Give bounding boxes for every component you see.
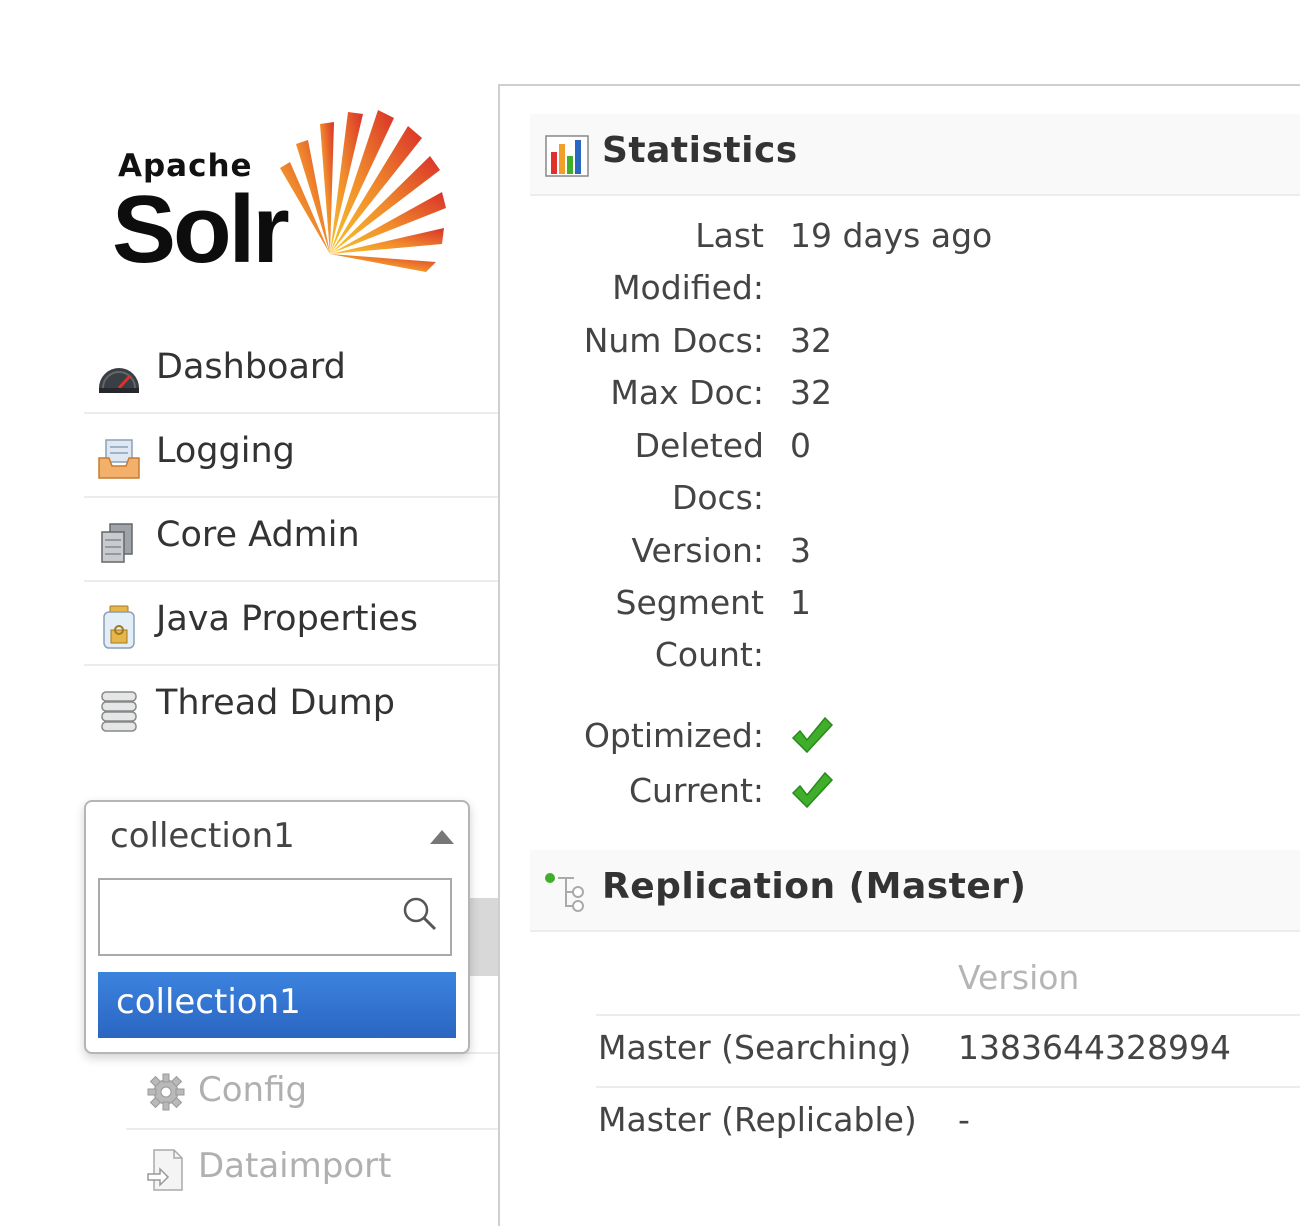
dataimport-icon	[147, 1149, 183, 1191]
nav-item-java-properties[interactable]: Java Properties	[84, 582, 498, 666]
replication-row-version: 1383644328994	[958, 1028, 1231, 1067]
menu-scroll-indicator	[468, 898, 498, 976]
stat-value: 0	[790, 426, 811, 465]
stat-key: Version:	[631, 531, 764, 570]
statistics-title: Statistics	[602, 130, 798, 171]
nav-label-logging: Logging	[156, 431, 295, 471]
core-selector-value: collection1	[110, 816, 295, 856]
replication-column-version: Version	[958, 958, 1080, 997]
stat-value: 3	[790, 531, 811, 570]
core-menu-label-dataimport: Dataimport	[198, 1146, 392, 1186]
main-navigation: Dashboard Logging Core Admin Java Proper…	[84, 330, 498, 748]
core-search-input[interactable]	[106, 888, 400, 946]
core-menu-item-config[interactable]: Config	[126, 1052, 498, 1130]
stat-value: 1	[790, 583, 811, 622]
stat-key: Deleted	[634, 426, 764, 465]
core-menu-item-dataimport[interactable]: Dataimport	[126, 1128, 498, 1206]
stat-key: Max Doc:	[610, 373, 764, 412]
stat-key: Num Docs:	[583, 321, 764, 360]
core-selector-dropdown[interactable]: collection1 collection1	[84, 800, 470, 1054]
nav-label-core-admin: Core Admin	[156, 515, 360, 555]
nav-item-dashboard[interactable]: Dashboard	[84, 330, 498, 414]
core-search-box[interactable]	[98, 878, 452, 956]
chevron-up-icon[interactable]	[430, 830, 454, 844]
nav-label-thread-dump: Thread Dump	[156, 683, 395, 723]
stat-value: 32	[790, 373, 832, 412]
stat-key: Docs:	[671, 478, 764, 517]
stat-value: 32	[790, 321, 832, 360]
logo-solr-text: Solr	[112, 176, 290, 283]
nav-item-logging[interactable]: Logging	[84, 414, 498, 498]
replication-header: Replication (Master)	[530, 850, 1300, 932]
statistics-header: Statistics	[530, 114, 1300, 196]
replication-icon	[545, 873, 584, 912]
logging-inbox-icon	[98, 439, 140, 479]
replication-row-version: -	[958, 1100, 970, 1139]
nav-label-java-properties: Java Properties	[156, 599, 418, 639]
replication-row-label: Master (Searching)	[598, 1028, 912, 1067]
replication-row-master-searching: Master (Searching) 1383644328994	[596, 1014, 1300, 1088]
stat-key: Segment	[615, 583, 765, 622]
replication-row-master-replicable: Master (Replicable) -	[596, 1086, 1300, 1160]
dashboard-gauge-icon	[99, 368, 139, 393]
checkmark-icon	[791, 771, 834, 809]
java-jar-icon	[103, 605, 135, 649]
thread-dump-icon	[101, 691, 137, 732]
replication-row-label: Master (Replicable)	[598, 1100, 917, 1139]
search-icon	[403, 897, 437, 931]
logo-sun-icon	[280, 110, 446, 272]
stat-key: Last	[695, 216, 764, 255]
stat-key: Count:	[654, 635, 764, 674]
stat-key: Optimized:	[583, 716, 764, 755]
bar-chart-icon	[545, 135, 589, 177]
nav-item-thread-dump[interactable]: Thread Dump	[84, 666, 498, 748]
core-menu-label-config: Config	[198, 1070, 308, 1110]
nav-item-core-admin[interactable]: Core Admin	[84, 498, 498, 582]
nav-label-dashboard: Dashboard	[156, 347, 346, 387]
core-admin-stack-icon	[101, 523, 133, 563]
replication-title: Replication (Master)	[602, 866, 1027, 907]
stat-value: 19 days ago	[790, 216, 993, 255]
core-option-collection1[interactable]: collection1	[98, 972, 456, 1038]
stat-key: Current:	[628, 771, 764, 810]
checkmark-icon	[791, 716, 834, 754]
stat-key: Modified:	[612, 268, 764, 307]
gear-icon	[147, 1073, 185, 1111]
solr-logo[interactable]: Apache Solr	[110, 104, 450, 280]
